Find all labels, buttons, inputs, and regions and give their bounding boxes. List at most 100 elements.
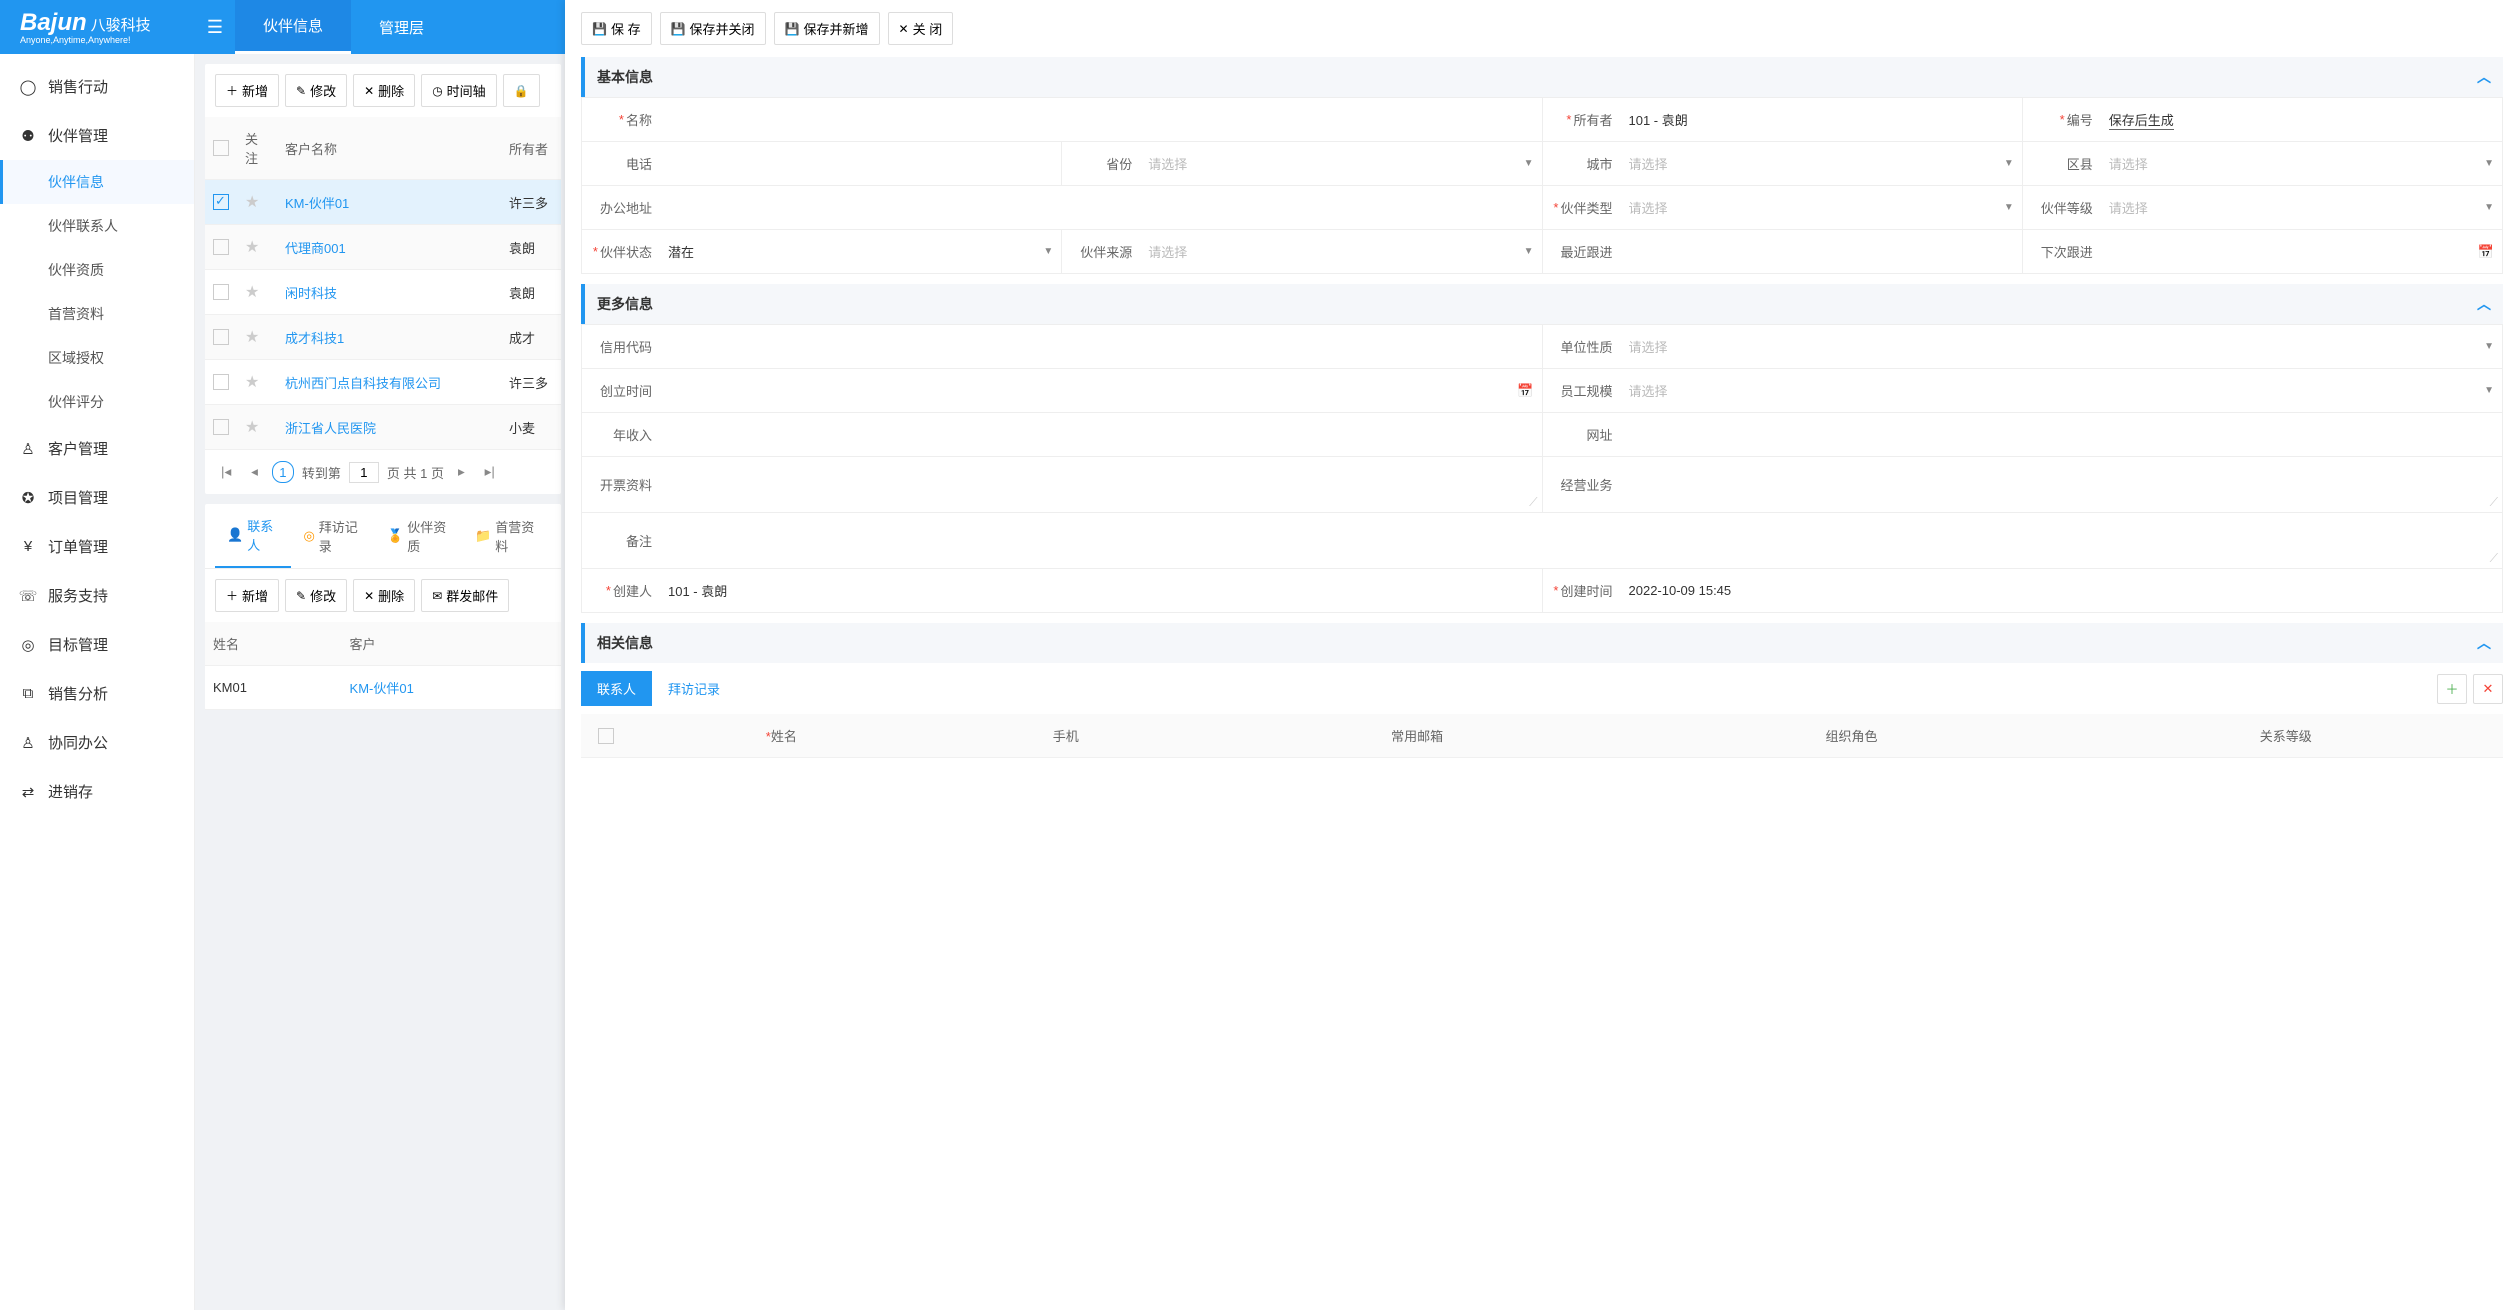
sidebar-item-target-mgmt[interactable]: ◎目标管理 [0,620,194,669]
calendar-icon[interactable]: 📅 [2478,244,2494,260]
address-input[interactable] [668,200,1534,215]
contact-edit-button[interactable]: ✎修改 [285,579,347,612]
rel-delete-button[interactable]: ✕ [2473,674,2503,704]
calendar-icon[interactable]: 📅 [1517,383,1533,399]
more-button[interactable]: 🔒 [503,74,540,107]
remark-input[interactable] [668,533,2494,548]
timeline-button[interactable]: ◷时间轴 [421,74,497,107]
annual-revenue-input[interactable] [668,427,1534,442]
partner-name-link[interactable]: KM-伙伴01 [285,196,349,211]
sub-tab[interactable]: 👤联系人 [215,504,291,568]
row-checkbox[interactable] [213,239,229,255]
chevron-up-icon[interactable]: ︿ [2477,67,2491,87]
star-icon[interactable]: ★ [245,239,259,256]
sidebar-item-collab-office[interactable]: ♙协同办公 [0,718,194,767]
section-related-header[interactable]: 相关信息 ︿ [581,623,2503,663]
star-icon[interactable]: ★ [245,194,259,211]
pager-input[interactable] [349,462,379,483]
row-checkbox[interactable] [213,419,229,435]
city-select[interactable]: 请选择 [1629,154,1668,173]
sidebar-sub-partner-info[interactable]: 伙伴信息 [0,160,194,204]
star-icon[interactable]: ★ [245,284,259,301]
menu-toggle-icon[interactable]: ☰ [195,17,235,38]
establish-time-input[interactable] [668,383,1534,398]
name-input[interactable] [668,112,1534,127]
add-button[interactable]: ＋新增 [215,74,279,107]
staff-scale-select[interactable]: 请选择 [1629,381,1668,400]
table-row[interactable]: ★ 杭州西门点自科技有限公司 许三多 [205,360,561,405]
next-follow-input[interactable] [2109,244,2494,259]
chevron-up-icon[interactable]: ︿ [2477,633,2491,653]
sidebar-item-inventory[interactable]: ⇄进销存 [0,767,194,816]
last-follow-input[interactable] [1629,244,2014,259]
star-icon[interactable]: ★ [245,419,259,436]
sidebar-item-order-mgmt[interactable]: ¥订单管理 [0,522,194,571]
star-icon[interactable]: ★ [245,329,259,346]
table-row[interactable]: ★ 浙江省人民医院 小麦 [205,405,561,450]
district-select[interactable]: 请选择 [2109,154,2148,173]
invoice-info-input[interactable] [668,477,1534,492]
pager-next[interactable]: ▸ [452,460,471,484]
partner-name-link[interactable]: 闲时科技 [285,286,337,301]
sidebar-sub-area-auth[interactable]: 区域授权 [0,336,194,380]
resize-icon[interactable]: ⟋ [1529,495,1537,510]
sub-tab[interactable]: ◎拜访记录 [291,504,375,568]
unit-nature-select[interactable]: 请选择 [1629,337,1668,356]
contact-add-button[interactable]: ＋新增 [215,579,279,612]
row-checkbox[interactable] [213,194,229,210]
row-checkbox[interactable] [213,329,229,345]
sidebar-item-sales-analysis[interactable]: ⧉销售分析 [0,669,194,718]
sidebar-item-sales-action[interactable]: ◯销售行动 [0,62,194,111]
star-icon[interactable]: ★ [245,374,259,391]
partner-name-link[interactable]: 成才科技1 [285,331,344,346]
top-tab-partner-info[interactable]: 伙伴信息 [235,0,351,54]
sidebar-sub-partner-qual[interactable]: 伙伴资质 [0,248,194,292]
partner-name-link[interactable]: 浙江省人民医院 [285,421,376,436]
pager-last[interactable]: ▸| [479,460,501,484]
credit-code-input[interactable] [668,339,1534,354]
delete-button[interactable]: ✕删除 [353,74,415,107]
website-input[interactable] [1629,427,2495,442]
pager-prev[interactable]: ◂ [245,460,264,484]
section-more-header[interactable]: 更多信息 ︿ [581,284,2503,324]
contact-delete-button[interactable]: ✕删除 [353,579,415,612]
table-row[interactable]: ★ KM-伙伴01 许三多 [205,180,561,225]
sidebar-sub-partner-score[interactable]: 伙伴评分 [0,380,194,424]
resize-icon[interactable]: ⟋ [2490,551,2498,566]
edit-button[interactable]: ✎修改 [285,74,347,107]
sub-tab[interactable]: 📁首营资料 [463,504,551,568]
rel-add-button[interactable]: ＋ [2437,674,2467,704]
phone-input[interactable] [668,156,1053,171]
row-checkbox[interactable] [213,284,229,300]
contact-customer-link[interactable]: KM-伙伴01 [350,681,414,696]
contact-mail-button[interactable]: ✉群发邮件 [421,579,509,612]
partner-name-link[interactable]: 代理商001 [285,241,346,256]
partner-name-link[interactable]: 杭州西门点自科技有限公司 [285,376,441,391]
sub-tab[interactable]: 🏅伙伴资质 [375,504,463,568]
pager-first[interactable]: |◂ [215,460,237,484]
table-row[interactable]: ★ 成才科技1 成才 [205,315,561,360]
partner-type-select[interactable]: 请选择 [1629,198,1668,217]
section-basic-header[interactable]: 基本信息 ︿ [581,57,2503,97]
sidebar-item-service-support[interactable]: ☏服务支持 [0,571,194,620]
sidebar-item-customer-mgmt[interactable]: ♙客户管理 [0,424,194,473]
partner-source-select[interactable]: 请选择 [1148,242,1187,261]
business-input[interactable] [1629,477,2495,492]
rel-tab-contact[interactable]: 联系人 [581,671,652,706]
sidebar-sub-first-material[interactable]: 首营资料 [0,292,194,336]
chevron-up-icon[interactable]: ︿ [2477,294,2491,314]
partner-status-select[interactable]: 潜在 [668,242,694,261]
sidebar-sub-partner-contact[interactable]: 伙伴联系人 [0,204,194,248]
partner-level-select[interactable]: 请选择 [2109,198,2148,217]
owner-value[interactable]: 101 - 袁朗 [1629,110,1688,129]
rel-select-all-checkbox[interactable] [598,728,614,744]
resize-icon[interactable]: ⟋ [2490,495,2498,510]
sidebar-item-project-mgmt[interactable]: ✪项目管理 [0,473,194,522]
top-tab-management[interactable]: 管理层 [351,0,452,54]
province-select[interactable]: 请选择 [1148,154,1187,173]
sidebar-item-partner-mgmt[interactable]: ⚉伙伴管理 [0,111,194,160]
table-row[interactable]: ★ 闲时科技 袁朗 [205,270,561,315]
table-row[interactable]: ★ 代理商001 袁朗 [205,225,561,270]
row-checkbox[interactable] [213,374,229,390]
rel-tab-visit[interactable]: 拜访记录 [652,671,736,706]
